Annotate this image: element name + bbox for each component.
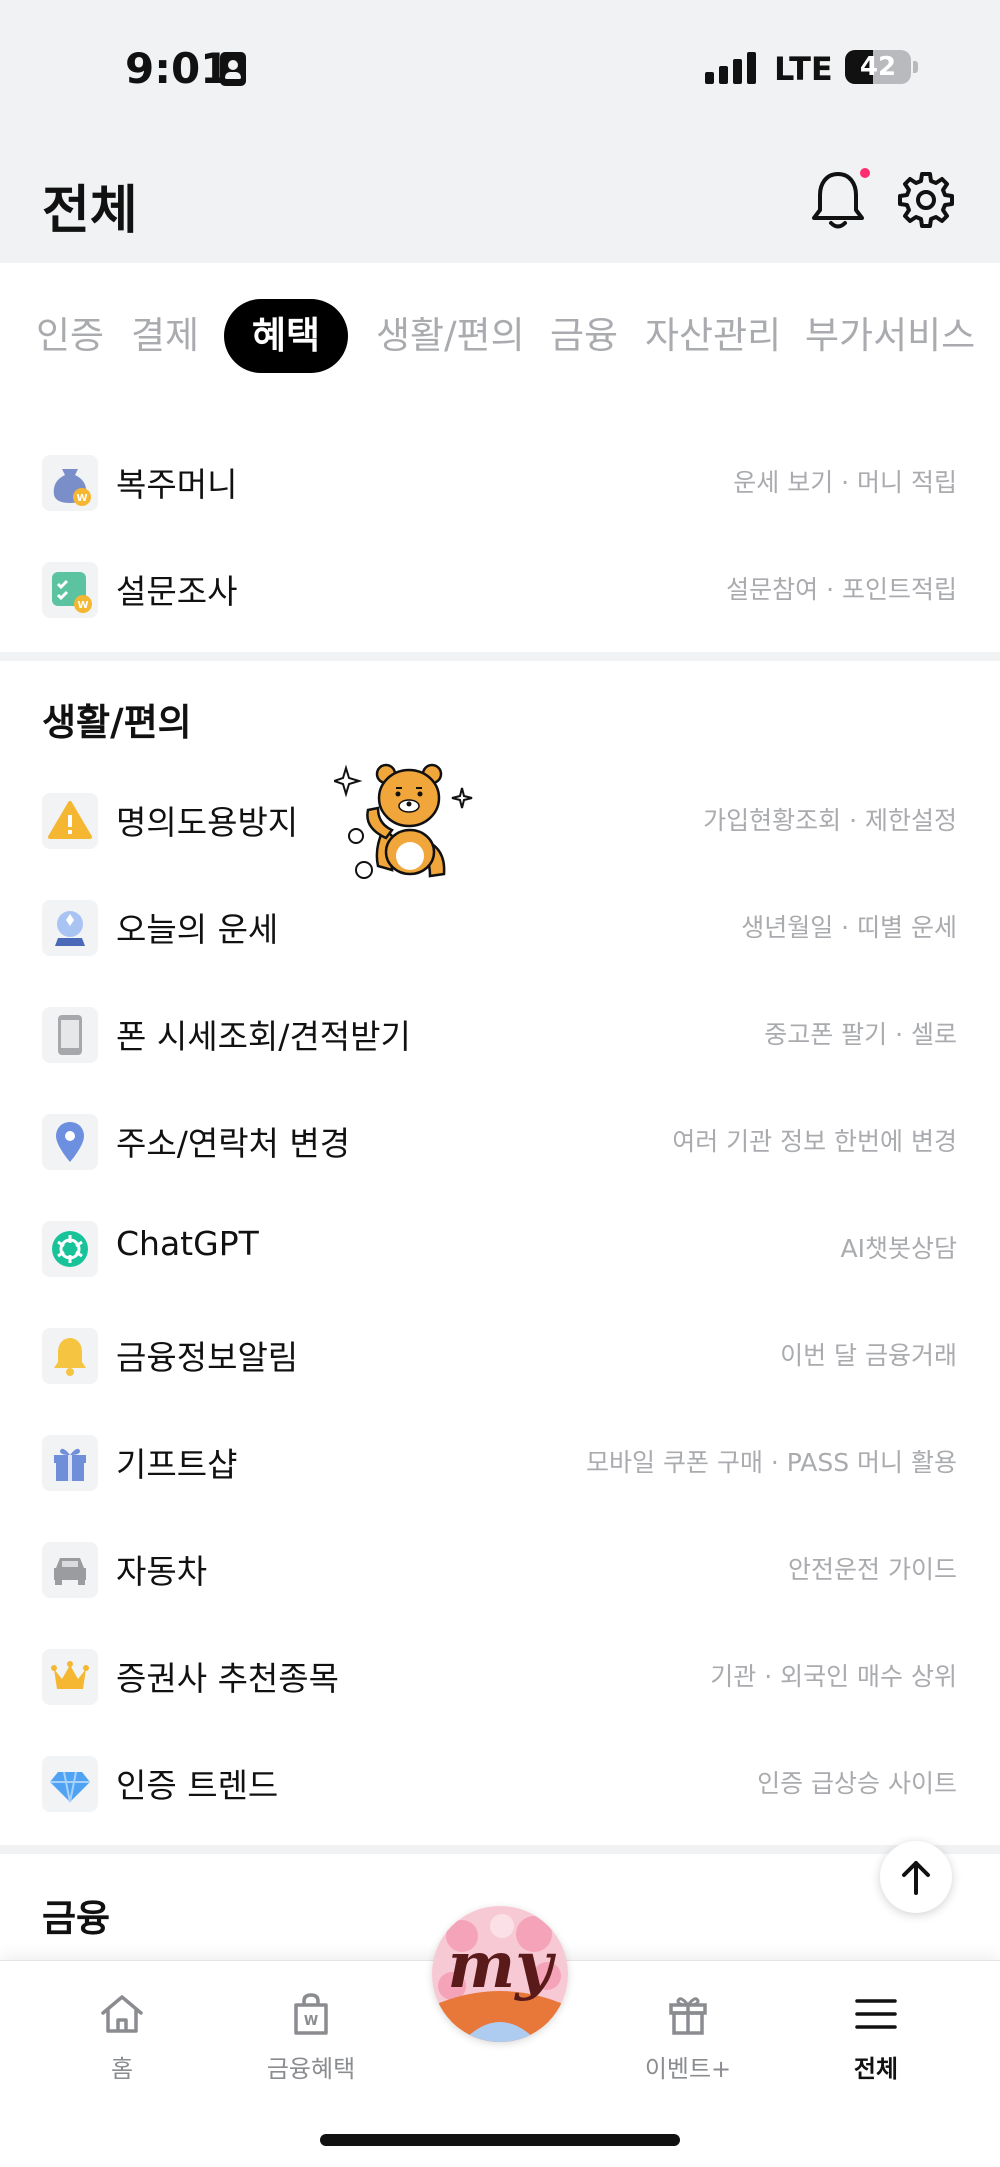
tab-auth[interactable]: 인증 xyxy=(36,299,104,373)
nav-label: 홈 xyxy=(110,2055,134,2083)
list-item-auth-trend[interactable]: 인증 트렌드 인증 급상승 사이트 xyxy=(0,1731,1000,1837)
svg-text:W: W xyxy=(77,600,88,611)
arrow-up-icon xyxy=(902,1861,930,1895)
list-item-label: 증권사 추천종목 xyxy=(116,1659,340,1698)
car-icon xyxy=(42,1542,98,1598)
my-button[interactable]: my xyxy=(432,1906,568,2042)
list-item-phone-price[interactable]: 폰 시세조회/견적받기 중고폰 팔기 · 셀로 xyxy=(0,982,1000,1088)
list-item-desc: 중고폰 팔기 · 셀로 xyxy=(764,1020,957,1049)
list-item-label: 설문조사 xyxy=(116,572,238,611)
list-item-label: 폰 시세조회/견적받기 xyxy=(116,1017,411,1056)
nav-label: 전체 xyxy=(853,2055,899,2083)
bell-icon xyxy=(812,172,864,229)
chatgpt-icon xyxy=(42,1221,98,1277)
list-item-stock-pick[interactable]: 증권사 추천종목 기관 · 외국인 매수 상위 xyxy=(0,1624,1000,1730)
gear-icon xyxy=(898,172,954,228)
crown-icon xyxy=(42,1649,98,1705)
list-item-finance-alert[interactable]: 금융정보알림 이번 달 금융거래 xyxy=(0,1303,1000,1409)
list-item-desc: 설문참여 · 포인트적립 xyxy=(726,575,957,604)
nav-event[interactable]: 이벤트+ xyxy=(618,1981,758,2083)
section-title-finance: 금융 xyxy=(42,1897,111,1940)
menu-icon xyxy=(855,1999,897,2029)
warning-icon xyxy=(42,793,98,849)
list-item-car[interactable]: 자동차 안전운전 가이드 xyxy=(0,1517,1000,1623)
svg-text:W: W xyxy=(76,493,87,504)
list-item-lucky-bag[interactable]: W 복주머니 운세 보기 · 머니 적립 xyxy=(0,430,1000,536)
list-item-fortune[interactable]: 오늘의 운세 생년월일 · 띠별 운세 xyxy=(0,875,1000,981)
signal-icon xyxy=(705,52,757,84)
gift-icon xyxy=(42,1435,98,1491)
location-pin-icon xyxy=(42,1114,98,1170)
list-item-desc: 기관 · 외국인 매수 상위 xyxy=(710,1662,957,1691)
nav-home[interactable]: 홈 xyxy=(52,1981,192,2083)
my-label: my xyxy=(447,1928,553,2003)
notification-button[interactable] xyxy=(808,168,868,232)
mascot-sticker xyxy=(330,758,474,888)
top-area: 9:01 LTE 42 전체 xyxy=(0,0,1000,263)
tab-finance[interactable]: 금융 xyxy=(550,299,618,373)
gift-icon xyxy=(669,1997,707,2035)
list-item-label: 오늘의 운세 xyxy=(116,910,279,949)
list-item-desc: 운세 보기 · 머니 적립 xyxy=(733,468,957,497)
nav-all[interactable]: 전체 xyxy=(806,1981,946,2083)
list-item-label: 기프트샵 xyxy=(116,1445,238,1484)
diamond-icon xyxy=(42,1756,98,1812)
list-item-label: 금융정보알림 xyxy=(116,1338,299,1377)
battery-icon: 42 xyxy=(845,50,911,84)
tab-extra[interactable]: 부가서비스 xyxy=(805,299,975,373)
list-item-desc: 인증 급상승 사이트 xyxy=(757,1769,957,1798)
nav-label: 이벤트+ xyxy=(644,2055,732,2083)
settings-button[interactable] xyxy=(896,170,956,230)
nav-label: 금융혜택 xyxy=(266,2055,356,2083)
list-item-desc: 여러 기관 정보 한번에 변경 xyxy=(672,1127,957,1156)
battery-level: 42 xyxy=(859,52,897,82)
tab-asset[interactable]: 자산관리 xyxy=(645,299,781,373)
list-item-label: 명의도용방지 xyxy=(116,803,299,842)
list-item-identity-theft[interactable]: 명의도용방지 가입현황조회 · 제한설정 xyxy=(0,768,1000,874)
section-title-life: 생활/편의 xyxy=(42,701,192,744)
bell-icon xyxy=(42,1328,98,1384)
list-item-label: 복주머니 xyxy=(116,465,238,504)
list-item-chatgpt[interactable]: ChatGPT AI챗봇상담 xyxy=(0,1196,1000,1302)
tab-benefit[interactable]: 혜택 xyxy=(224,299,349,373)
network-type: LTE xyxy=(774,50,833,88)
home-icon xyxy=(101,1995,143,2033)
list-item-desc: 이번 달 금융거래 xyxy=(780,1341,957,1370)
lucky-bag-icon: W xyxy=(42,455,98,511)
tab-payment[interactable]: 결제 xyxy=(131,299,199,373)
section-divider xyxy=(0,652,1000,661)
list-item-gift-shop[interactable]: 기프트샵 모바일 쿠폰 구매 · PASS 머니 활용 xyxy=(0,1410,1000,1516)
list-item-label: ChatGPT xyxy=(116,1224,259,1263)
crystal-ball-icon xyxy=(42,900,98,956)
shopping-bag-icon: W xyxy=(294,1993,328,2035)
page-title: 전체 xyxy=(42,181,138,241)
tab-life[interactable]: 생활/편의 xyxy=(376,299,525,373)
category-tabs: 인증 결제 혜택 생활/편의 금융 자산관리 부가서비스 xyxy=(0,263,1000,408)
list-item-desc: AI챗봇상담 xyxy=(840,1234,957,1263)
list-item-survey[interactable]: W 설문조사 설문참여 · 포인트적립 xyxy=(0,537,1000,643)
home-indicator xyxy=(320,2134,680,2146)
list-item-desc: 생년월일 · 띠별 운세 xyxy=(741,913,957,942)
survey-icon: W xyxy=(42,562,98,618)
id-card-icon xyxy=(220,52,246,86)
list-item-desc: 모바일 쿠폰 구매 · PASS 머니 활용 xyxy=(586,1448,957,1477)
list-item-label: 자동차 xyxy=(116,1552,208,1591)
svg-text:W: W xyxy=(304,2014,318,2029)
battery-tip xyxy=(913,61,918,73)
phone-icon xyxy=(42,1007,98,1063)
notification-badge xyxy=(860,168,870,178)
section-divider xyxy=(0,1845,1000,1854)
list-item-label: 주소/연락처 변경 xyxy=(116,1124,351,1163)
list-item-desc: 가입현황조회 · 제한설정 xyxy=(703,806,957,835)
status-time: 9:01 xyxy=(125,44,230,93)
list-item-label: 인증 트렌드 xyxy=(116,1766,279,1805)
nav-finance-benefit[interactable]: W 금융혜택 xyxy=(241,1981,381,2083)
list-item-address-change[interactable]: 주소/연락처 변경 여러 기관 정보 한번에 변경 xyxy=(0,1089,1000,1195)
list-item-desc: 안전운전 가이드 xyxy=(788,1555,957,1584)
scroll-top-button[interactable] xyxy=(880,1841,952,1913)
